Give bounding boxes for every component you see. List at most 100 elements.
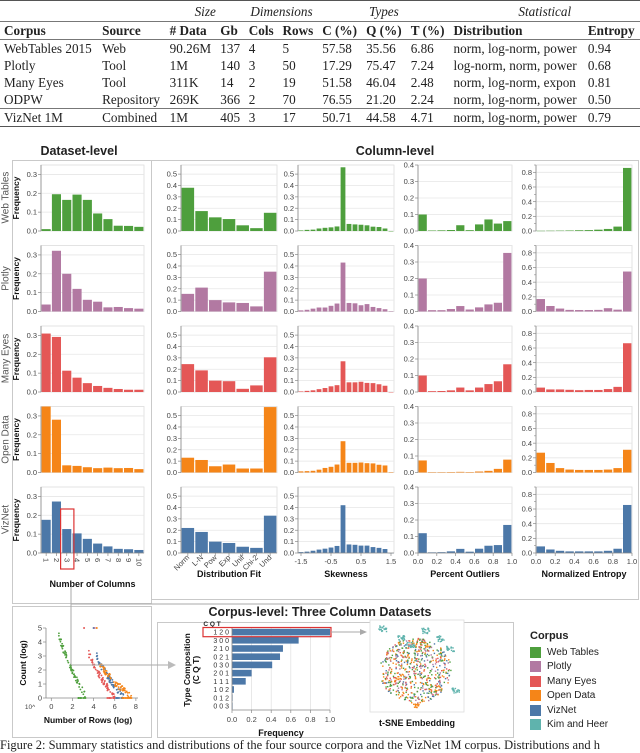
legend-label: VizNet <box>547 705 576 716</box>
table-cell: 0.79 <box>584 109 640 127</box>
row-label: VizNet <box>1 485 12 555</box>
table-cell: 0.94 <box>584 40 640 58</box>
table-cell: 0.81 <box>584 74 640 91</box>
table-cell: 3 <box>245 109 279 127</box>
corpus-level-panel <box>157 622 514 738</box>
legend-label: Many Eyes <box>547 676 596 687</box>
group-statistical: Statistical <box>450 1 640 22</box>
row-label: Many Eyes <box>1 324 12 394</box>
table-cell: ODPW <box>0 91 98 109</box>
column-header: Corpus <box>0 22 98 40</box>
table-cell: 2 <box>245 74 279 91</box>
corpus-level-title: Corpus-level: Three Column Datasets <box>150 605 490 619</box>
column-header: Entropy <box>584 22 640 40</box>
table-cell: 137 <box>216 40 244 58</box>
column-header: C (%) <box>318 22 362 40</box>
table-cell: 50 <box>278 57 318 74</box>
column-header: Rows <box>278 22 318 40</box>
table-cell: Web <box>98 40 166 58</box>
table-cell: 6.86 <box>407 40 450 58</box>
table-cell: 2.48 <box>407 74 450 91</box>
row-label: Open Data <box>1 404 12 474</box>
table-cell: norm, log-norm, expon <box>450 74 584 91</box>
figure-caption: Figure 2: Summary statistics and distrib… <box>0 738 600 753</box>
table-cell: 0.68 <box>584 57 640 74</box>
table-cell: Combined <box>98 109 166 127</box>
table-cell: 19 <box>278 74 318 91</box>
column-level-title: Column-level <box>150 144 640 158</box>
table-cell: Tool <box>98 74 166 91</box>
table-cell: 405 <box>216 109 244 127</box>
column-header: T (%) <box>407 22 450 40</box>
table-cell: 311K <box>166 74 217 91</box>
table-cell: 1M <box>166 57 217 74</box>
table-cell: 17.29 <box>318 57 362 74</box>
table-row: Many EyesTool311K1421951.5846.042.48norm… <box>0 74 640 91</box>
table-cell: 7.24 <box>407 57 450 74</box>
table-cell: norm, log-norm, power <box>450 109 584 127</box>
table-cell: 4 <box>245 40 279 58</box>
legend-swatch <box>530 719 541 730</box>
table-cell: 1M <box>166 109 217 127</box>
table-cell: 46.04 <box>362 74 407 91</box>
legend-swatch <box>530 647 541 658</box>
legend-label: Kim and Heer <box>547 719 608 730</box>
table-header-row: CorpusSource# DataGbColsRowsC (%)Q (%)T … <box>0 22 640 40</box>
table-row: PlotlyTool1M14035017.2975.477.24log-norm… <box>0 57 640 74</box>
table-cell: 51.58 <box>318 74 362 91</box>
table-cell: 269K <box>166 91 217 109</box>
table-cell: 50.71 <box>318 109 362 127</box>
dataset-level-title: Dataset-level <box>14 144 144 158</box>
legend-swatch <box>530 690 541 701</box>
table-cell: 366 <box>216 91 244 109</box>
group-dimensions: Dimensions <box>245 1 318 22</box>
table-cell: 0.50 <box>584 91 640 109</box>
legend-swatch <box>530 661 541 672</box>
table-cell: norm, log-norm, power <box>450 91 584 109</box>
table-cell: Repository <box>98 91 166 109</box>
table-cell: Plotly <box>0 57 98 74</box>
legend-swatch <box>530 676 541 687</box>
table-cell: 4.71 <box>407 109 450 127</box>
group-size: Size <box>166 1 245 22</box>
table-total-row: VizNet 1MCombined1M40531750.7144.584.71n… <box>0 109 640 127</box>
table-cell: 70 <box>278 91 318 109</box>
column-header: Cols <box>245 22 279 40</box>
legend-item: Many Eyes <box>530 674 608 689</box>
legend-swatch <box>530 705 541 716</box>
table-cell: 90.26M <box>166 40 217 58</box>
table-cell: 21.20 <box>362 91 407 109</box>
rows-scatter-panel <box>12 606 152 738</box>
table-cell: 57.58 <box>318 40 362 58</box>
table-cell: Many Eyes <box>0 74 98 91</box>
table-cell: 76.55 <box>318 91 362 109</box>
table-cell: log-norm, norm, power <box>450 57 584 74</box>
legend-label: Open Data <box>547 690 595 701</box>
legend-label: Web Tables <box>547 647 599 658</box>
table-row: ODPWRepository269K36627076.5521.202.24no… <box>0 91 640 109</box>
table-cell: 2 <box>245 91 279 109</box>
table-cell: 44.58 <box>362 109 407 127</box>
table-cell: Tool <box>98 57 166 74</box>
column-header: Distribution <box>450 22 584 40</box>
table-cell: 3 <box>245 57 279 74</box>
row-label: Plotly <box>1 243 12 313</box>
group-types: Types <box>318 1 449 22</box>
table-cell: WebTables 2015 <box>0 40 98 58</box>
legend-item: VizNet <box>530 703 608 718</box>
legend-item: Kim and Heer <box>530 718 608 733</box>
corpus-legend: Corpus Web Tables PlotlyMany Eyes Open Dat… <box>530 630 608 732</box>
table-cell: 140 <box>216 57 244 74</box>
column-header: Q (%) <box>362 22 407 40</box>
table-cell: 17 <box>278 109 318 127</box>
legend-item: Web Tables <box>530 645 608 660</box>
table-row: WebTables 2015Web90.26M1374557.5835.566.… <box>0 40 640 58</box>
table-cell: 5 <box>278 40 318 58</box>
legend-title: Corpus <box>530 630 608 642</box>
column-header: Source <box>98 22 166 40</box>
row-label: Web Tables <box>1 163 12 233</box>
table-cell: VizNet 1M <box>0 109 98 127</box>
legend-item: Plotly <box>530 660 608 675</box>
column-header: # Data <box>166 22 217 40</box>
table-cell: 14 <box>216 74 244 91</box>
